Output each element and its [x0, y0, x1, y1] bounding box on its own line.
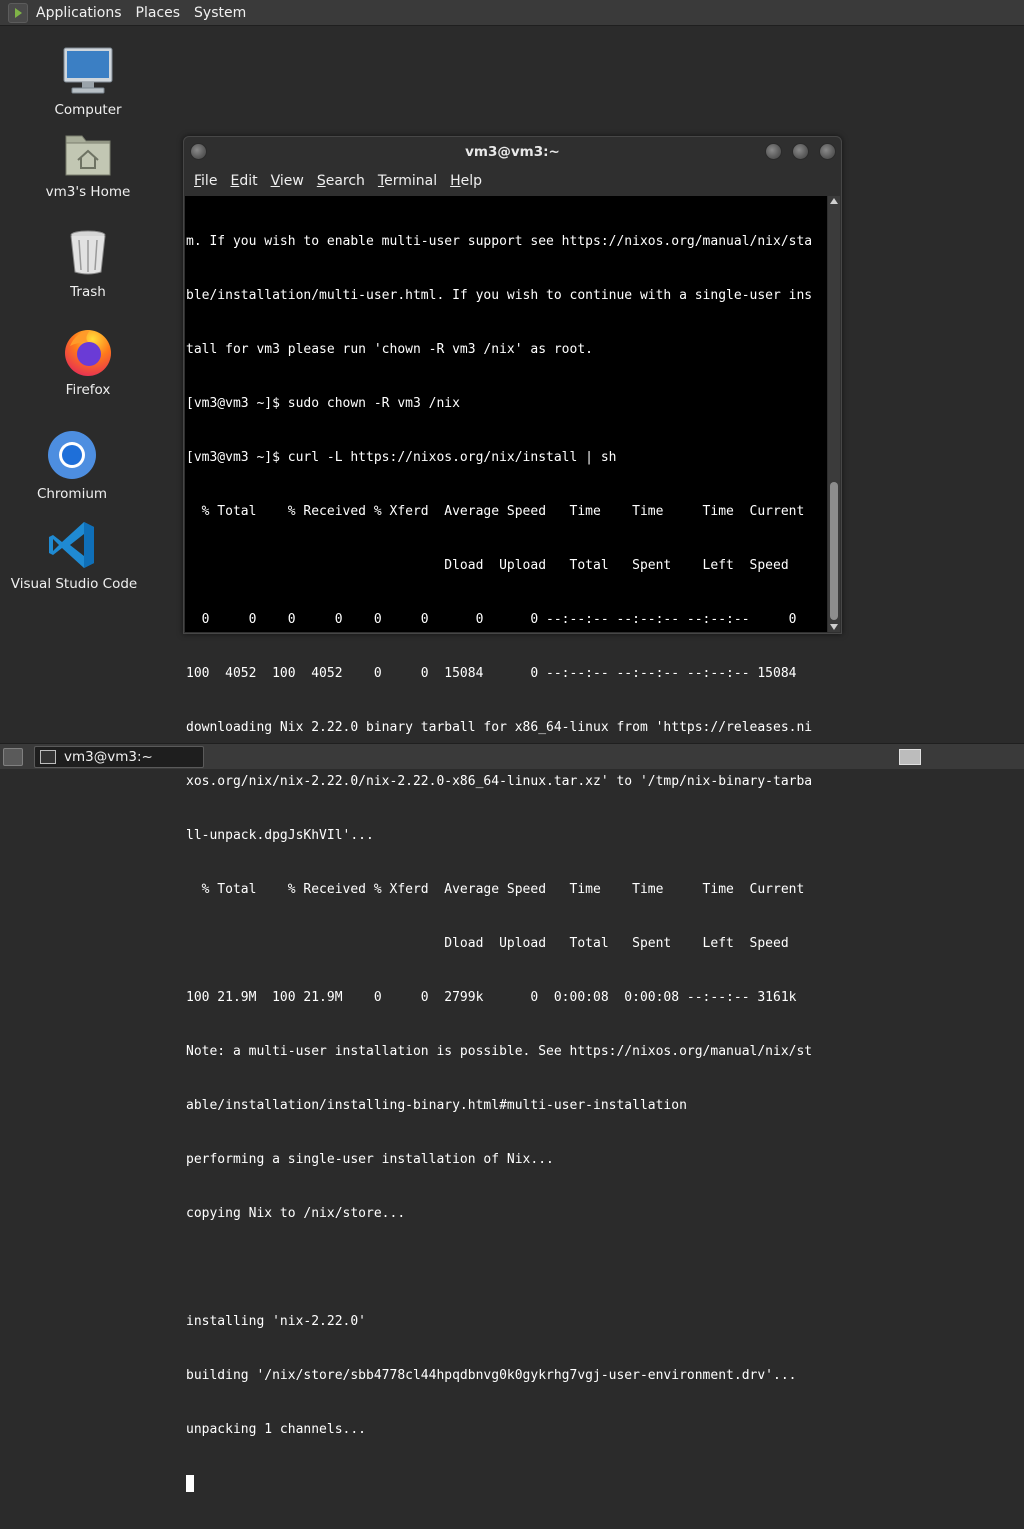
terminal-line: ble/installation/multi-user.html. If you…: [186, 288, 813, 303]
terminal-line: installing 'nix-2.22.0': [186, 1314, 367, 1329]
maximize-icon[interactable]: [792, 143, 809, 160]
menu-edit[interactable]: Edit: [230, 173, 257, 189]
terminal-line: [vm3@vm3 ~]$ sudo chown -R vm3 /nix: [186, 396, 460, 411]
vscode-icon: [44, 518, 104, 574]
desktop-icon-label: Chromium: [36, 486, 108, 502]
terminal-line: tall for vm3 please run 'chown -R vm3 /n…: [186, 342, 593, 357]
app-menu-logo-icon[interactable]: [8, 2, 28, 23]
terminal-icon: [40, 750, 56, 764]
text-cursor: [186, 1475, 194, 1492]
terminal-line: downloading Nix 2.22.0 binary tarball fo…: [186, 720, 813, 735]
close-icon[interactable]: [819, 143, 836, 160]
taskbar-window-button[interactable]: vm3@vm3:~: [34, 746, 204, 768]
terminal-scrollbar[interactable]: [828, 196, 840, 632]
desktop-icon-label: vm3's Home: [45, 184, 131, 200]
firefox-icon: [58, 324, 118, 380]
terminal-line: unpacking 1 channels...: [186, 1422, 367, 1437]
terminal-line: copying Nix to /nix/store...: [186, 1206, 406, 1221]
terminal-line: Note: a multi-user installation is possi…: [186, 1044, 813, 1059]
desktop-icon-label: Visual Studio Code: [10, 576, 138, 592]
desktop-icon-trash[interactable]: Trash: [18, 226, 158, 300]
desktop-icon-label: Trash: [70, 284, 106, 300]
terminal-line: ll-unpack.dpgJsKhVIl'...: [186, 828, 374, 843]
terminal-text: m. If you wish to enable multi-user supp…: [186, 197, 826, 1529]
desktop-icon-label: Computer: [54, 102, 122, 118]
terminal-line: 100 4052 100 4052 0 0 15084 0 --:--:-- -…: [186, 666, 797, 681]
terminal-line: 100 21.9M 100 21.9M 0 0 2799k 0 0:00:08 …: [186, 990, 797, 1005]
workspace-switcher[interactable]: [899, 749, 921, 765]
window-menu-icon[interactable]: [190, 143, 207, 160]
scroll-up-arrow-icon[interactable]: [830, 198, 838, 204]
menu-terminal[interactable]: Terminal: [378, 173, 437, 189]
home-folder-icon: [58, 126, 118, 182]
menu-file[interactable]: File: [194, 173, 217, 189]
terminal-line: % Total % Received % Xferd Average Speed…: [186, 504, 805, 519]
desktop-icon-computer[interactable]: Computer: [18, 44, 158, 118]
desktop-icon-chromium[interactable]: Chromium: [2, 428, 142, 502]
terminal-line: performing a single-user installation of…: [186, 1152, 554, 1167]
chromium-icon: [42, 428, 102, 484]
minimize-icon[interactable]: [765, 143, 782, 160]
terminal-line: xos.org/nix/nix-2.22.0/nix-2.22.0-x86_64…: [186, 774, 813, 789]
terminal-line: building '/nix/store/sbb4778cl44hpqdbnvg…: [186, 1368, 797, 1383]
terminal-line: able/installation/installing-binary.html…: [186, 1098, 687, 1113]
menu-applications[interactable]: Applications: [36, 5, 122, 21]
terminal-line: % Total % Received % Xferd Average Speed…: [186, 882, 805, 897]
menu-places[interactable]: Places: [136, 5, 181, 21]
terminal-line: m. If you wish to enable multi-user supp…: [186, 234, 813, 249]
bottom-panel: vm3@vm3:~: [0, 743, 1024, 769]
terminal-output[interactable]: m. If you wish to enable multi-user supp…: [185, 196, 827, 1492]
terminal-menubar: File Edit View Search Terminal Help: [184, 169, 841, 193]
desktop-icon-firefox[interactable]: Firefox: [18, 324, 158, 398]
taskbar-window-label: vm3@vm3:~: [64, 749, 153, 765]
desktop-icon-home[interactable]: vm3's Home: [18, 126, 158, 200]
terminal-line: Dload Upload Total Spent Left Speed: [186, 558, 789, 573]
computer-icon: [58, 44, 118, 100]
terminal-line: Dload Upload Total Spent Left Speed: [186, 936, 789, 951]
window-title: vm3@vm3:~: [465, 144, 560, 160]
top-panel: Applications Places System: [0, 0, 1024, 26]
show-desktop-icon[interactable]: [3, 748, 23, 766]
menu-help[interactable]: Help: [450, 173, 482, 189]
terminal-line: [vm3@vm3 ~]$ curl -L https://nixos.org/n…: [186, 450, 617, 465]
desktop-icon-label: Firefox: [65, 382, 111, 398]
desktop-icon-vscode[interactable]: Visual Studio Code: [4, 518, 144, 592]
terminal-prompt-line: [186, 1475, 826, 1493]
scrollbar-thumb[interactable]: [830, 482, 838, 620]
menu-search[interactable]: Search: [317, 173, 365, 189]
terminal-line: 0 0 0 0 0 0 0 0 --:--:-- --:--:-- --:--:…: [186, 612, 797, 627]
menu-system[interactable]: System: [194, 5, 246, 21]
scroll-down-arrow-icon[interactable]: [830, 624, 838, 630]
terminal-window[interactable]: vm3@vm3:~ File Edit View Search Terminal…: [183, 136, 842, 1492]
trash-icon: [58, 226, 118, 282]
menu-view[interactable]: View: [271, 173, 304, 189]
